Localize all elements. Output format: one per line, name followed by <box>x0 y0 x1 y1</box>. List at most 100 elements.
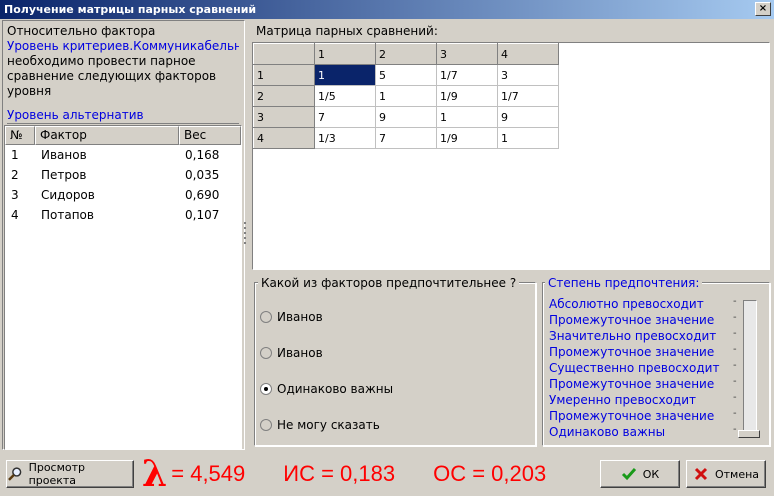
matrix-corner <box>253 43 315 65</box>
degree-item: Умеренно превосходит <box>549 393 696 407</box>
divider <box>7 123 239 124</box>
matrix-cell[interactable]: 1/7 <box>436 64 498 86</box>
matrix-cell[interactable]: 1 <box>436 106 498 128</box>
degree-item: Промежуточное значение <box>549 345 715 359</box>
radio-button-icon <box>260 311 272 323</box>
row-no: 3 <box>11 188 19 202</box>
window-title: Получение матрицы парных сравнений <box>4 3 257 16</box>
tick-mark: - <box>733 312 737 323</box>
matrix-cell[interactable]: 1/9 <box>436 127 498 149</box>
radio-button-checked-icon <box>260 383 272 395</box>
checkmark-icon <box>621 468 636 481</box>
question-title: Какой из факторов предпочтительнее ? <box>258 276 520 290</box>
row-no: 2 <box>11 168 19 182</box>
table-row[interactable]: 3 Сидоров 0,690 <box>5 185 241 205</box>
degree-item: Промежуточное значение <box>549 409 715 423</box>
view-project-button[interactable]: Просмотр проекта <box>6 460 134 488</box>
radio-option-unknown[interactable]: Не могу сказать <box>260 418 380 432</box>
matrix-cell[interactable]: 7 <box>375 127 437 149</box>
radio-option-first[interactable]: Иванов <box>260 310 323 324</box>
cancel-label: Отмена <box>714 467 760 481</box>
table-row[interactable]: 2 Петров 0,035 <box>5 165 241 185</box>
degree-item: Абсолютно превосходит <box>549 297 704 311</box>
col-header-no[interactable]: № <box>5 126 35 145</box>
radio-button-icon <box>260 419 272 431</box>
row-weight: 0,168 <box>185 148 220 162</box>
view-project-label: Просмотр проекта <box>28 461 86 487</box>
matrix-row-header: 2 <box>253 85 315 107</box>
matrix-cell[interactable]: 3 <box>497 64 559 86</box>
consistency-ratio: ОС = 0,203 <box>433 461 547 486</box>
matrix-label: Матрица парных сравнений: <box>256 24 438 38</box>
matrix-row-header: 1 <box>253 64 315 86</box>
row-no: 1 <box>11 148 19 162</box>
matrix-col-header: 3 <box>436 43 498 65</box>
consistency-index: ИС = 0,183 <box>283 461 396 486</box>
table-row[interactable]: 4 Потапов 0,107 <box>5 205 241 225</box>
matrix-cell[interactable]: 5 <box>375 64 437 86</box>
matrix-cell[interactable]: 1 <box>497 127 559 149</box>
tick-mark: - <box>733 392 737 403</box>
matrix-cell[interactable]: 1/7 <box>497 85 559 107</box>
ok-button[interactable]: ОК <box>600 460 680 488</box>
window-titlebar: Получение матрицы парных сравнений × <box>0 0 774 19</box>
tick-mark: - <box>733 376 737 387</box>
degree-item: Значительно превосходит <box>549 329 717 343</box>
magnifier-icon <box>8 467 22 481</box>
table-row[interactable]: 1 Иванов 0,168 <box>5 145 241 165</box>
matrix-cell[interactable]: 9 <box>375 106 437 128</box>
matrix-cell[interactable]: 1/9 <box>436 85 498 107</box>
matrix-cell[interactable]: 1/3 <box>314 127 376 149</box>
preference-slider[interactable] <box>743 300 757 438</box>
comparison-matrix: 1 2 3 4 1 1 5 1/7 3 2 1/5 1 1/9 1/7 3 7 … <box>253 43 559 149</box>
info-block: Относительно фактора Уровень критериев.К… <box>7 24 239 99</box>
degree-list: Абсолютно превосходит Промежуточное знач… <box>549 296 729 440</box>
factor-table-header: № Фактор Вес <box>5 126 241 145</box>
factor-table[interactable]: № Фактор Вес 1 Иванов 0,168 2 Петров 0,0… <box>4 125 242 450</box>
radio-label: Иванов <box>277 310 323 324</box>
bottom-bar: Просмотр проекта λ = 4,549 ИС = 0,183 ОС… <box>0 452 774 496</box>
matrix-cell[interactable]: 1/5 <box>314 85 376 107</box>
ok-label: ОК <box>642 467 660 481</box>
degree-item: Промежуточное значение <box>549 377 715 391</box>
preference-slider-thumb[interactable] <box>738 430 760 438</box>
close-button[interactable]: × <box>755 2 771 16</box>
degree-item: Одинаково важны <box>549 425 666 439</box>
radio-option-second[interactable]: Иванов <box>260 346 323 360</box>
matrix-grid[interactable]: 1 2 3 4 1 1 5 1/7 3 2 1/5 1 1/9 1/7 3 7 … <box>252 42 770 270</box>
degree-item: Промежуточное значение <box>549 313 715 327</box>
row-weight: 0,690 <box>185 188 220 202</box>
radio-label: Одинаково важны <box>277 382 394 396</box>
tick-mark: - <box>733 360 737 371</box>
splitter-handle[interactable] <box>243 220 247 250</box>
matrix-cell[interactable]: 9 <box>497 106 559 128</box>
radio-option-equal[interactable]: Одинаково важны <box>260 382 393 396</box>
matrix-col-header: 4 <box>497 43 559 65</box>
row-factor: Сидоров <box>41 188 95 202</box>
tick-mark: - <box>733 296 737 307</box>
col-header-weight[interactable]: Вес <box>179 126 241 145</box>
matrix-col-header: 2 <box>375 43 437 65</box>
degree-item: Существенно превосходит <box>549 361 720 375</box>
consistency-stats: λ = 4,549 ИС = 0,183 ОС = 0,203 <box>142 454 584 494</box>
info-description: необходимо провести парное сравнение сле… <box>7 54 217 98</box>
lambda-symbol: λ <box>142 453 168 495</box>
row-no: 4 <box>11 208 19 222</box>
preference-degree-group: Степень предпочтения: Абсолютно превосхо… <box>541 274 771 448</box>
cancel-button[interactable]: Отмена <box>686 460 766 488</box>
tick-mark: - <box>733 328 737 339</box>
degree-title: Степень предпочтения: <box>545 276 703 290</box>
question-group: Какой из факторов предпочтительнее ? Ива… <box>252 274 538 448</box>
criteria-link[interactable]: Уровень критериев.Коммуникабельность <box>7 39 239 54</box>
radio-label: Не могу сказать <box>277 418 380 432</box>
row-weight: 0,107 <box>185 208 220 222</box>
matrix-row-header: 4 <box>253 127 315 149</box>
matrix-cell[interactable]: 1 <box>314 64 376 86</box>
col-header-factor[interactable]: Фактор <box>35 126 179 145</box>
radio-label: Иванов <box>277 346 323 360</box>
matrix-cell[interactable]: 7 <box>314 106 376 128</box>
alternatives-level-link[interactable]: Уровень альтернатив <box>7 108 144 122</box>
tick-mark: - <box>733 408 737 419</box>
matrix-cell[interactable]: 1 <box>375 85 437 107</box>
tick-mark: - <box>733 344 737 355</box>
